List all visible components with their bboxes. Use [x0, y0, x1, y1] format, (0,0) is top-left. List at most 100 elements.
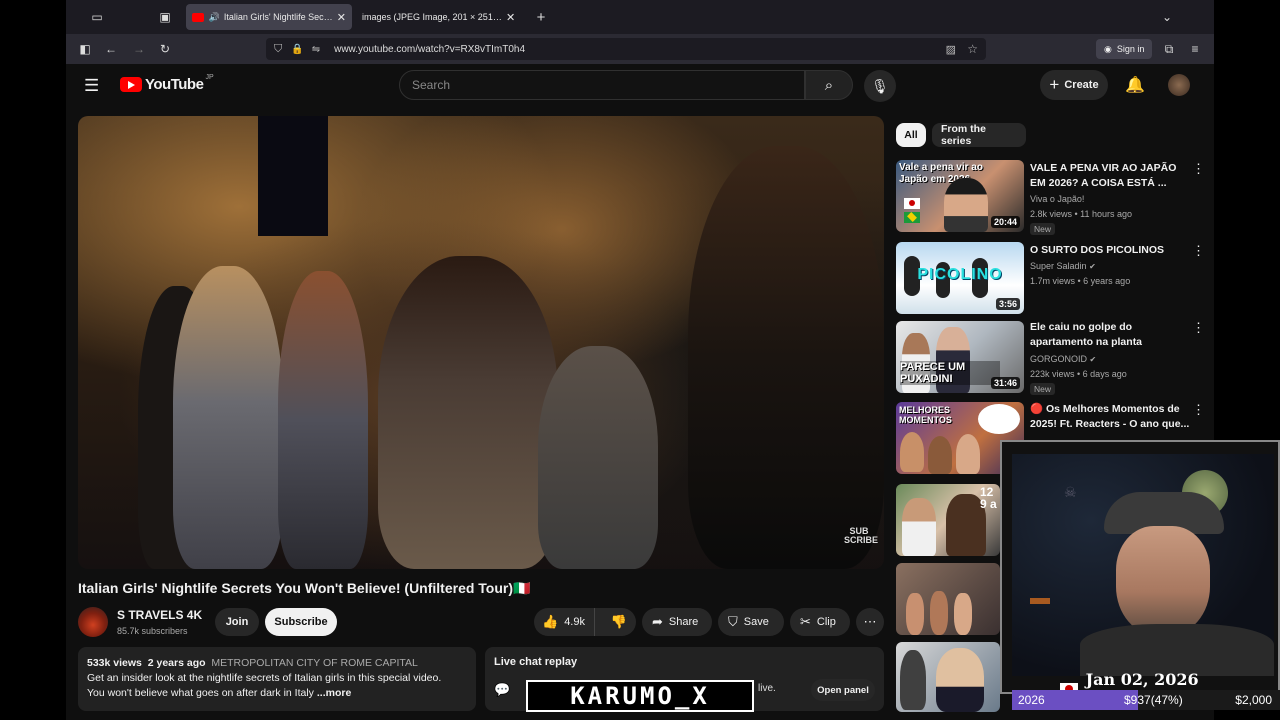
youtube-logo[interactable]: YouTube JP — [120, 74, 214, 93]
chip-from-series[interactable]: From the series — [932, 123, 1026, 147]
subscribe-button[interactable]: Subscribe — [265, 608, 337, 636]
more-vertical-icon[interactable]: ⋮ — [1192, 320, 1205, 336]
more-actions-button[interactable]: ⋯ — [856, 608, 884, 636]
related-channel: GORGONOID — [1030, 354, 1088, 364]
description-box[interactable]: 533k views 2 years ago METROPOLITAN CITY… — [78, 647, 476, 711]
video-thumbnail[interactable] — [896, 563, 1000, 635]
region-code: JP — [205, 74, 214, 81]
dislike-button[interactable]: 👎 — [601, 608, 636, 636]
related-channel: Super Saladin — [1030, 261, 1087, 271]
chevron-down-icon[interactable]: ⌄ — [1158, 8, 1176, 26]
lock-icon[interactable]: 🔒 — [291, 44, 303, 55]
reload-icon[interactable]: ↻ — [156, 40, 174, 58]
menu-icon[interactable]: ≡ — [1186, 40, 1204, 58]
video-sky — [258, 116, 328, 236]
brazil-flag-icon — [904, 212, 920, 223]
location-link[interactable]: METROPOLITAN CITY OF ROME CAPITAL — [211, 657, 418, 669]
youtube-play-icon — [120, 77, 142, 92]
thumbnail-person — [956, 434, 980, 474]
more-vertical-icon[interactable]: ⋮ — [1192, 161, 1205, 177]
avatar[interactable] — [1168, 74, 1190, 96]
sign-in-button[interactable]: ◉ Sign in — [1096, 39, 1153, 59]
like-dislike-group: 👍 4.9k 👎 — [534, 608, 636, 636]
create-button[interactable]: + Create — [1040, 70, 1108, 100]
voice-search-button[interactable]: 🎙 — [864, 70, 896, 102]
video-figure — [538, 346, 658, 569]
tab-image[interactable]: images (JPEG Image, 201 × 251 pixels) ✕ — [356, 4, 522, 30]
video-thumbnail[interactable] — [896, 642, 1000, 712]
video-thumbnail[interactable]: PICOLINO 3:56 — [896, 242, 1024, 314]
close-tab-icon[interactable]: ✕ — [506, 11, 515, 24]
streamer-shirt — [1080, 624, 1274, 676]
chat-title: Live chat replay — [494, 656, 578, 668]
tab-list-icon[interactable]: ▣ — [156, 8, 174, 26]
channel-avatar[interactable] — [78, 607, 108, 637]
related-channel-row[interactable]: GORGONOID ✔ — [1030, 352, 1096, 367]
video-thumbnail[interactable]: PARECE UM PUXADINI 31:46 — [896, 321, 1024, 393]
chip-all[interactable]: All — [896, 123, 926, 147]
related-video-title[interactable]: VALE A PENA VIR AO JAPÃO EM 2026? A COIS… — [1030, 161, 1190, 191]
create-label: Create — [1064, 79, 1099, 91]
save-button[interactable]: ⛉ Save — [718, 608, 784, 636]
open-panel-button[interactable]: Open panel — [811, 679, 875, 701]
bookmark-star-icon[interactable]: ☆ — [967, 42, 978, 56]
more-vertical-icon[interactable]: ⋮ — [1192, 243, 1205, 259]
permissions-icon[interactable]: ⇋ — [312, 44, 320, 55]
like-button[interactable]: 👍 4.9k — [534, 608, 596, 636]
video-figure — [378, 256, 558, 569]
thumbnail-person — [936, 648, 984, 712]
tab-title: Italian Girls' Nightlife Secrets — [223, 12, 333, 22]
share-button[interactable]: ➦ Share — [642, 608, 712, 636]
duration-badge: 20:44 — [990, 216, 1020, 228]
search-icon: ⌕ — [824, 76, 834, 94]
related-channel[interactable]: Viva o Japão! — [1030, 192, 1084, 207]
clip-button[interactable]: ✂ Clip — [790, 608, 850, 636]
related-video-title[interactable]: O SURTO DOS PICOLINOS — [1030, 243, 1190, 258]
nav-bar: ◧ ← → ↻ ⛉ 🔒 ⇋ www.youtube.com/watch?v=RX… — [66, 34, 1214, 64]
sidebar-icon[interactable]: ◧ — [76, 40, 94, 58]
channel-name[interactable]: S TRAVELS 4K — [117, 608, 202, 622]
chat-snippet-end: live. — [758, 683, 776, 694]
subscribe-watermark[interactable]: SUB SCRIBE — [844, 527, 878, 545]
video-figure — [173, 266, 283, 569]
extensions-icon[interactable]: ⧉ — [1160, 40, 1178, 58]
verified-icon: ✔ — [1089, 355, 1097, 364]
notifications-bell-icon[interactable]: 🔔 — [1125, 75, 1145, 95]
video-figure — [688, 146, 884, 569]
goal-progress-track: 2026 $937(47%) $2,000 — [1012, 690, 1280, 710]
subscriber-count: 85.7k subscribers — [117, 626, 188, 636]
close-tab-icon[interactable]: ✕ — [337, 11, 346, 24]
video-player[interactable]: SUB SCRIBE — [78, 116, 884, 569]
shield-icon[interactable]: ⛉ — [274, 43, 282, 56]
related-video-title[interactable]: 🔴 Os Melhores Momentos de 2025! Ft. Reac… — [1030, 402, 1190, 432]
related-meta: 2.8k views • 11 hours ago — [1030, 209, 1133, 219]
forward-icon[interactable]: → — [130, 40, 148, 58]
sidebar-toggle-icon[interactable]: ▭ — [88, 8, 106, 26]
related-channel-row[interactable]: Super Saladin ✔ — [1030, 259, 1096, 274]
thumbnail-person — [954, 593, 972, 635]
related-meta: 1.7m views • 6 years ago — [1030, 276, 1131, 286]
audio-playing-icon[interactable]: 🔊 — [209, 12, 220, 23]
tab-youtube[interactable]: 🔊 Italian Girls' Nightlife Secrets ✕ — [186, 4, 352, 30]
url-bar[interactable]: ⛉ 🔒 ⇋ www.youtube.com/watch?v=RX8vTImT0h… — [266, 38, 986, 60]
video-thumbnail[interactable]: Vale a pena vir ao Japão em 2026 20:44 — [896, 160, 1024, 232]
related-video-title[interactable]: Ele caiu no golpe do apartamento na plan… — [1030, 320, 1190, 350]
more-link[interactable]: ...more — [317, 687, 351, 699]
new-tab-icon[interactable]: + — [532, 8, 550, 26]
hamburger-icon[interactable]: ☰ — [84, 76, 99, 96]
back-icon[interactable]: ← — [102, 40, 120, 58]
thumbnail-person — [906, 593, 924, 635]
youtube-masthead: ☰ YouTube JP Search ⌕ 🎙 + Create 🔔 — [66, 64, 1214, 108]
search-button[interactable]: ⌕ — [805, 70, 853, 100]
search-input[interactable]: Search — [399, 70, 805, 100]
video-thumbnail[interactable]: 12 9 a — [896, 484, 1000, 556]
join-button[interactable]: Join — [215, 608, 259, 636]
clip-label: Clip — [816, 616, 836, 628]
save-label: Save — [743, 616, 769, 628]
url-text[interactable]: www.youtube.com/watch?v=RX8vTImT0h4 — [334, 44, 525, 55]
thumbnail-person — [944, 178, 988, 232]
more-vertical-icon[interactable]: ⋮ — [1192, 402, 1205, 418]
upload-age: 2 years ago — [147, 657, 206, 669]
picture-icon[interactable]: ▨ — [946, 43, 956, 56]
goal-target: $2,000 — [1235, 693, 1272, 707]
